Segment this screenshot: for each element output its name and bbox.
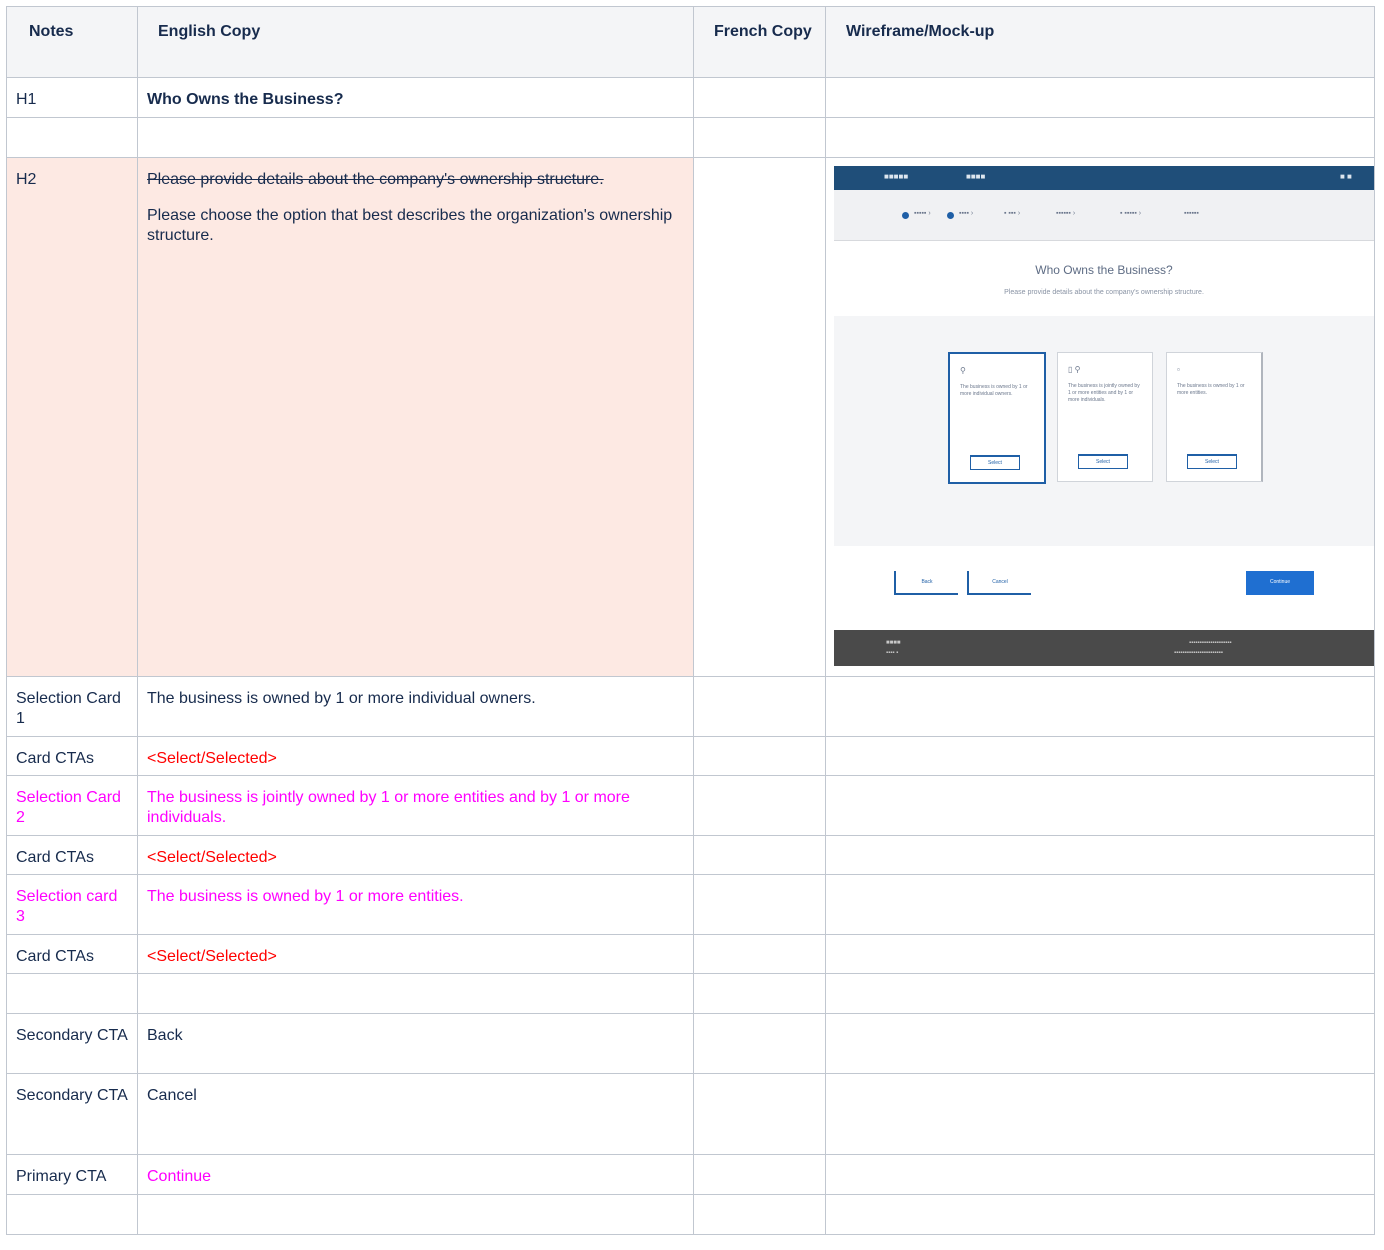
table-row: Primary CTA Continue [6, 1154, 1375, 1195]
mockup-card-1-text: The business is owned by 1 or more indiv… [960, 384, 1028, 397]
note-cell: Secondary CTA [6, 1073, 138, 1155]
french-cell [693, 117, 826, 158]
mockup-card-2: ▯ ⚲ The business is jointly owned by 1 o… [1057, 352, 1153, 482]
wireframe-cell [825, 775, 1375, 836]
building-icon: ▫ [1177, 365, 1180, 374]
note-cell [6, 973, 138, 1014]
wireframe-cell [825, 835, 1375, 875]
building-person-icon: ▯ ⚲ [1068, 365, 1081, 374]
mockup-header: ■■■■■ ■■■■ ■ ■ [834, 166, 1374, 190]
copy-cell: <Select/Selected> [137, 736, 694, 776]
mockup-card-1: ⚲ The business is owned by 1 or more ind… [948, 352, 1046, 484]
table-row: Secondary CTA Back [6, 1013, 1375, 1074]
french-cell [693, 676, 826, 737]
wireframe-cell [825, 973, 1375, 1014]
wireframe-cell [825, 736, 1375, 776]
wireframe-cell [825, 1073, 1375, 1155]
note-cell: H2 [6, 157, 138, 677]
table-row [6, 1194, 1375, 1235]
table-row: Card CTAs <Select/Selected> [6, 835, 1375, 875]
copy-cell: The business is owned by 1 or more indiv… [137, 676, 694, 737]
wireframe-cell [825, 1013, 1375, 1074]
header-french-copy: French Copy [693, 6, 826, 78]
wireframe-mockup: ■■■■■ ■■■■ ■ ■ ▪▪▪▪▪ › ▪▪▪▪ › ▪ ▪▪▪ › ▪▪… [834, 166, 1374, 666]
wireframe-cell [825, 117, 1375, 158]
table-row: Secondary CTA Cancel [6, 1073, 1375, 1155]
mockup-cancel-button: Cancel [967, 571, 1031, 595]
mockup-footer: ■■■■ ▪▪▪▪ ▪ ▪▪▪▪▪▪▪▪▪▪▪▪▪▪▪▪▪▪▪▪ ▪▪▪▪▪▪▪… [834, 630, 1374, 666]
mockup-card-3-cta: Select [1187, 454, 1237, 469]
new-copy: Please choose the option that best descr… [147, 207, 673, 244]
copy-cell: Please provide details about the company… [137, 157, 694, 677]
note-cell: Card CTAs [6, 835, 138, 875]
note-cell [6, 117, 138, 158]
note-cell: Selection Card 2 [6, 775, 138, 836]
table-row: Selection Card 2 The business is jointly… [6, 775, 1375, 836]
mockup-card-1-cta: Select [970, 455, 1020, 470]
table-row: Selection Card 1 The business is owned b… [6, 676, 1375, 737]
mockup-card-2-cta: Select [1078, 454, 1128, 469]
wireframe-cell [825, 77, 1375, 118]
french-cell [693, 973, 826, 1014]
header-row: Notes English Copy French Copy Wireframe… [6, 6, 1375, 78]
copy-cell: The business is owned by 1 or more entit… [137, 874, 694, 935]
note-cell: Card CTAs [6, 934, 138, 974]
wireframe-cell [825, 934, 1375, 974]
mockup-card-3: ▫ The business is owned by 1 or more ent… [1166, 352, 1263, 482]
french-cell [693, 1013, 826, 1074]
french-cell [693, 835, 826, 875]
table-row: Card CTAs <Select/Selected> [6, 736, 1375, 776]
french-cell [693, 77, 826, 118]
mockup-subtitle: Please provide details about the company… [1004, 289, 1204, 296]
person-icon: ⚲ [960, 366, 966, 375]
copy-cell [137, 1194, 694, 1235]
french-cell [693, 775, 826, 836]
wireframe-cell [825, 1154, 1375, 1195]
copy-cell: The business is jointly owned by 1 or mo… [137, 775, 694, 836]
mockup-card-2-text: The business is jointly owned by 1 or mo… [1068, 383, 1140, 403]
french-cell [693, 1073, 826, 1155]
copy-cell: Back [137, 1013, 694, 1074]
note-cell: Secondary CTA [6, 1013, 138, 1074]
wireframe-cell [825, 874, 1375, 935]
note-cell: H1 [6, 77, 138, 118]
french-cell [693, 934, 826, 974]
table-row: Selection card 3 The business is owned b… [6, 874, 1375, 935]
copy-cell: <Select/Selected> [137, 835, 694, 875]
french-cell [693, 157, 826, 677]
copy-cell [137, 973, 694, 1014]
mockup-continue-button: Continue [1246, 571, 1314, 595]
mockup-back-button: Back [894, 571, 958, 595]
french-cell [693, 1154, 826, 1195]
note-cell: Selection card 3 [6, 874, 138, 935]
wireframe-cell [825, 676, 1375, 737]
table-row [6, 973, 1375, 1014]
copy-cell [137, 117, 694, 158]
header-notes: Notes [6, 6, 138, 78]
wireframe-cell [825, 1194, 1375, 1235]
french-cell [693, 874, 826, 935]
note-cell [6, 1194, 138, 1235]
mockup-card-area: ⚲ The business is owned by 1 or more ind… [834, 316, 1374, 546]
header-wireframe: Wireframe/Mock-up [825, 6, 1375, 78]
table-row: Card CTAs <Select/Selected> [6, 934, 1375, 974]
mockup-card-3-text: The business is owned by 1 or more entit… [1177, 383, 1245, 396]
mockup-title: Who Owns the Business? [1035, 263, 1173, 277]
note-cell: Primary CTA [6, 1154, 138, 1195]
copy-cell: Who Owns the Business? [137, 77, 694, 118]
table-row: H1 Who Owns the Business? [6, 77, 1375, 118]
mockup-stepper: ▪▪▪▪▪ › ▪▪▪▪ › ▪ ▪▪▪ › ▪▪▪▪▪▪ › ▪ ▪▪▪▪▪ … [834, 190, 1374, 241]
struck-copy: Please provide details about the company… [147, 171, 604, 188]
copy-cell: <Select/Selected> [137, 934, 694, 974]
note-cell: Card CTAs [6, 736, 138, 776]
copy-cell: Cancel [137, 1073, 694, 1155]
french-cell [693, 736, 826, 776]
table-row [6, 117, 1375, 158]
french-cell [693, 1194, 826, 1235]
header-english-copy: English Copy [137, 6, 694, 78]
note-cell: Selection Card 1 [6, 676, 138, 737]
copy-cell: Continue [137, 1154, 694, 1195]
